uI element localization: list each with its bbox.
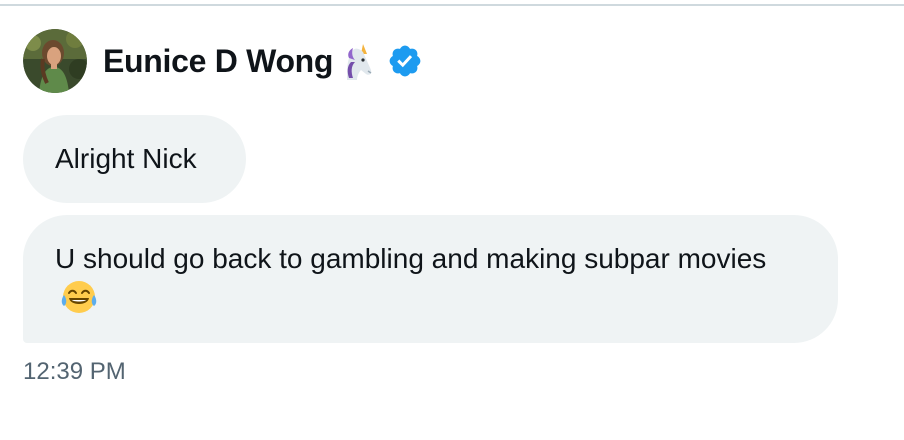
message-text: Alright Nick [55, 143, 197, 174]
unicorn-icon [341, 40, 383, 82]
verified-badge-icon [387, 43, 423, 79]
message-sender-header: Eunice D Wong [23, 29, 423, 93]
message-timestamp: 12:39 PM [23, 358, 126, 385]
message-bubble[interactable]: Alright Nick [23, 115, 246, 203]
face-with-tears-of-joy-icon [61, 279, 97, 315]
display-name[interactable]: Eunice D Wong [103, 43, 333, 80]
top-divider [0, 0, 904, 6]
avatar[interactable] [23, 29, 87, 93]
message-bubble[interactable]: U should go back to gambling and making … [23, 215, 838, 343]
message-text: U should go back to gambling and making … [55, 243, 767, 274]
